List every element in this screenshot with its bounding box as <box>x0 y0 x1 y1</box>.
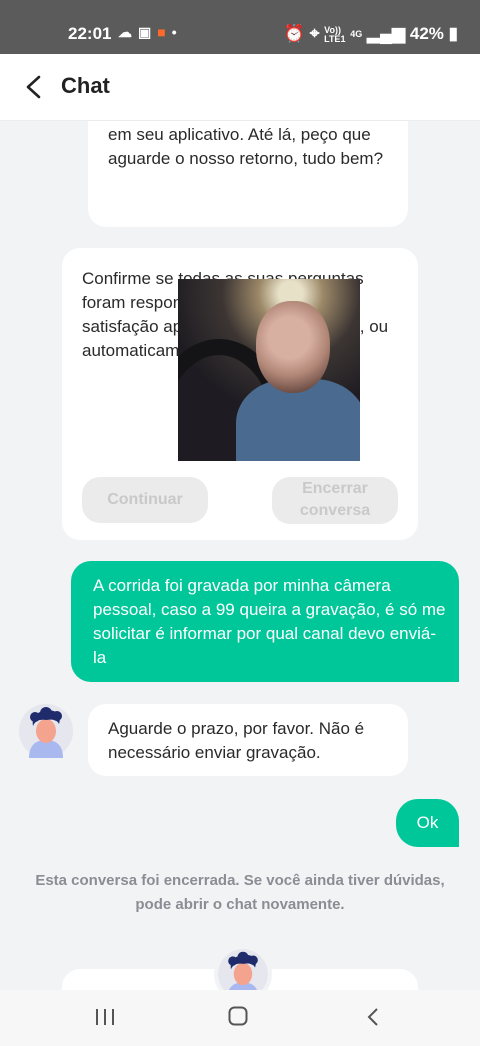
back-arrow-icon[interactable] <box>22 74 46 100</box>
battery-icon: ▮ <box>448 24 458 43</box>
network-label: Vo)) LTE1 <box>324 24 346 44</box>
agent-avatar <box>19 704 73 758</box>
video-overlay[interactable] <box>178 279 360 461</box>
system-nav-bar <box>0 990 480 1046</box>
message-text: Aguarde o prazo, por favor. Não é necess… <box>108 719 365 762</box>
status-time: 22:01 <box>68 24 112 43</box>
message-text: A corrida foi gravada por minha câmera p… <box>93 576 446 667</box>
dot-icon: • <box>171 24 183 40</box>
conversation-closed-note: Esta conversa foi encerrada. Se você ain… <box>35 872 445 913</box>
message-text: Ok <box>416 813 439 832</box>
person-face <box>256 301 330 393</box>
agent-avatar <box>214 945 272 990</box>
notification-icons: ☁▣■• <box>118 24 183 41</box>
user-message: A corrida foi gravada por minha câmera p… <box>71 561 459 682</box>
chat-thread[interactable]: em seu app e no e-mail cadastrado em seu… <box>0 121 480 990</box>
status-right: ⏰ ⌖ Vo)) LTE1 4G ▂▄▆ 42% ▮ <box>284 24 458 44</box>
continue-button[interactable]: Continuar <box>82 477 208 523</box>
cloud-icon: ☁ <box>118 24 138 40</box>
agent-avatar-icon <box>218 949 268 990</box>
agent-avatar-icon <box>19 704 73 758</box>
alarm-icon: ⏰ <box>283 24 306 43</box>
end-conversation-button[interactable]: Encerrar conversa <box>272 477 398 524</box>
recents-icon[interactable] <box>94 1008 116 1026</box>
page-title: Chat <box>61 73 110 98</box>
agent-message: Aguarde o prazo, por favor. Não é necess… <box>88 704 408 776</box>
network-gen: 4G <box>350 29 363 40</box>
home-icon[interactable] <box>228 1006 248 1026</box>
agent-message: em seu app e no e-mail cadastrado em seu… <box>88 121 408 227</box>
battery-text: 42% <box>409 24 444 43</box>
gallery-icon: ▣ <box>138 24 158 40</box>
location-icon: ⌖ <box>309 24 320 43</box>
signal-icon: ▂▄▆ <box>366 24 406 43</box>
status-bar: 22:01 ☁▣■• ⏰ ⌖ Vo)) LTE1 4G ▂▄▆ 42% ▮ <box>0 0 480 54</box>
chat-header: Chat <box>0 54 480 121</box>
message-text: em seu app e no e-mail cadastrado em seu… <box>108 125 384 168</box>
user-message: Ok <box>396 799 459 847</box>
video-icon: ■ <box>157 24 172 40</box>
back-icon[interactable] <box>364 1007 384 1027</box>
